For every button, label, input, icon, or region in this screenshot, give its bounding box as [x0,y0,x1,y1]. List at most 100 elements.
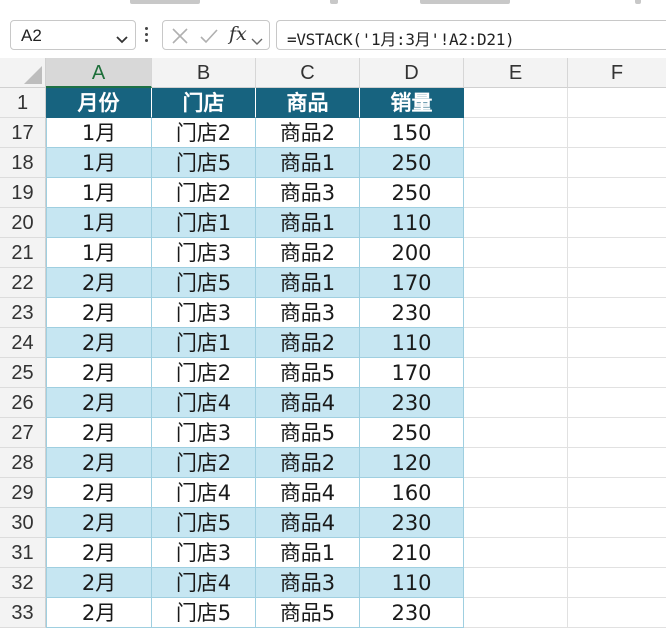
select-all-button[interactable] [0,58,46,88]
table-cell[interactable]: 250 [360,148,464,178]
table-cell[interactable]: 商品1 [256,538,360,568]
empty-cell[interactable] [464,358,568,388]
table-cell[interactable]: 2月 [46,448,152,478]
empty-cell[interactable] [568,148,666,178]
table-cell[interactable]: 150 [360,118,464,148]
empty-cell[interactable] [464,478,568,508]
row-header[interactable]: 19 [0,178,46,208]
table-cell[interactable]: 250 [360,178,464,208]
table-cell[interactable]: 1月 [46,118,152,148]
name-box[interactable]: A2 [10,20,136,50]
chevron-down-icon[interactable] [251,31,263,50]
empty-cell[interactable] [464,178,568,208]
row-header[interactable]: 27 [0,418,46,448]
table-cell[interactable]: 门店5 [152,598,256,628]
table-header-cell[interactable]: 商品 [256,88,360,118]
empty-cell[interactable] [568,538,666,568]
table-cell[interactable]: 门店1 [152,328,256,358]
table-cell[interactable]: 2月 [46,358,152,388]
row-header[interactable]: 21 [0,238,46,268]
table-cell[interactable]: 商品3 [256,178,360,208]
table-cell[interactable]: 门店2 [152,358,256,388]
empty-cell[interactable] [464,118,568,148]
table-cell[interactable]: 160 [360,478,464,508]
table-cell[interactable]: 230 [360,508,464,538]
empty-cell[interactable] [568,178,666,208]
empty-cell[interactable] [464,298,568,328]
chevron-down-icon[interactable] [115,30,129,49]
row-header[interactable]: 25 [0,358,46,388]
table-cell[interactable]: 商品3 [256,568,360,598]
table-cell[interactable]: 230 [360,598,464,628]
empty-cell[interactable] [464,568,568,598]
table-cell[interactable]: 110 [360,568,464,598]
table-cell[interactable]: 商品2 [256,238,360,268]
empty-cell[interactable] [568,328,666,358]
table-cell[interactable]: 170 [360,358,464,388]
empty-cell[interactable] [568,508,666,538]
empty-cell[interactable] [568,388,666,418]
empty-cell[interactable] [464,328,568,358]
table-cell[interactable]: 商品5 [256,358,360,388]
table-cell[interactable]: 120 [360,448,464,478]
table-cell[interactable]: 门店4 [152,568,256,598]
table-cell[interactable]: 230 [360,388,464,418]
table-cell[interactable]: 200 [360,238,464,268]
table-header-cell[interactable]: 销量 [360,88,464,118]
empty-cell[interactable] [568,418,666,448]
empty-cell[interactable] [464,448,568,478]
empty-cell[interactable] [568,448,666,478]
empty-cell[interactable] [568,568,666,598]
empty-cell[interactable] [568,478,666,508]
empty-cell[interactable] [464,238,568,268]
table-cell[interactable]: 2月 [46,418,152,448]
row-header[interactable]: 18 [0,148,46,178]
row-header[interactable]: 24 [0,328,46,358]
empty-cell[interactable] [464,538,568,568]
check-icon[interactable] [199,27,219,49]
close-icon[interactable] [171,27,189,49]
table-cell[interactable]: 250 [360,418,464,448]
empty-cell[interactable] [464,598,568,628]
table-cell[interactable]: 110 [360,328,464,358]
column-header-d[interactable]: D [360,58,464,88]
fx-icon[interactable]: fx [229,23,247,45]
more-options-icon[interactable] [144,25,150,45]
row-header[interactable]: 29 [0,478,46,508]
empty-cell[interactable] [568,238,666,268]
table-cell[interactable]: 商品1 [256,268,360,298]
row-header[interactable]: 26 [0,388,46,418]
table-cell[interactable]: 2月 [46,478,152,508]
empty-cell[interactable] [568,598,666,628]
column-header-a[interactable]: A [46,58,152,88]
empty-cell[interactable] [464,418,568,448]
table-cell[interactable]: 230 [360,298,464,328]
table-cell[interactable]: 商品4 [256,388,360,418]
table-cell[interactable]: 商品1 [256,208,360,238]
table-header-cell[interactable]: 月份 [46,88,152,118]
table-cell[interactable]: 2月 [46,328,152,358]
empty-cell[interactable] [568,88,666,118]
table-cell[interactable]: 170 [360,268,464,298]
row-header[interactable]: 31 [0,538,46,568]
row-header[interactable]: 20 [0,208,46,238]
empty-cell[interactable] [568,268,666,298]
row-header[interactable]: 33 [0,598,46,628]
empty-cell[interactable] [464,508,568,538]
table-cell[interactable]: 2月 [46,568,152,598]
table-cell[interactable]: 商品3 [256,298,360,328]
formula-input[interactable]: =VSTACK('1月:3月'!A2:D21) [276,20,666,50]
table-cell[interactable]: 门店3 [152,538,256,568]
empty-cell[interactable] [568,118,666,148]
empty-cell[interactable] [464,388,568,418]
table-cell[interactable]: 110 [360,208,464,238]
table-cell[interactable]: 1月 [46,238,152,268]
table-cell[interactable]: 门店4 [152,388,256,418]
table-cell[interactable]: 门店5 [152,148,256,178]
table-cell[interactable]: 2月 [46,298,152,328]
empty-cell[interactable] [464,88,568,118]
table-cell[interactable]: 2月 [46,598,152,628]
table-cell[interactable]: 门店5 [152,268,256,298]
table-cell[interactable]: 商品2 [256,448,360,478]
table-cell[interactable]: 商品5 [256,418,360,448]
